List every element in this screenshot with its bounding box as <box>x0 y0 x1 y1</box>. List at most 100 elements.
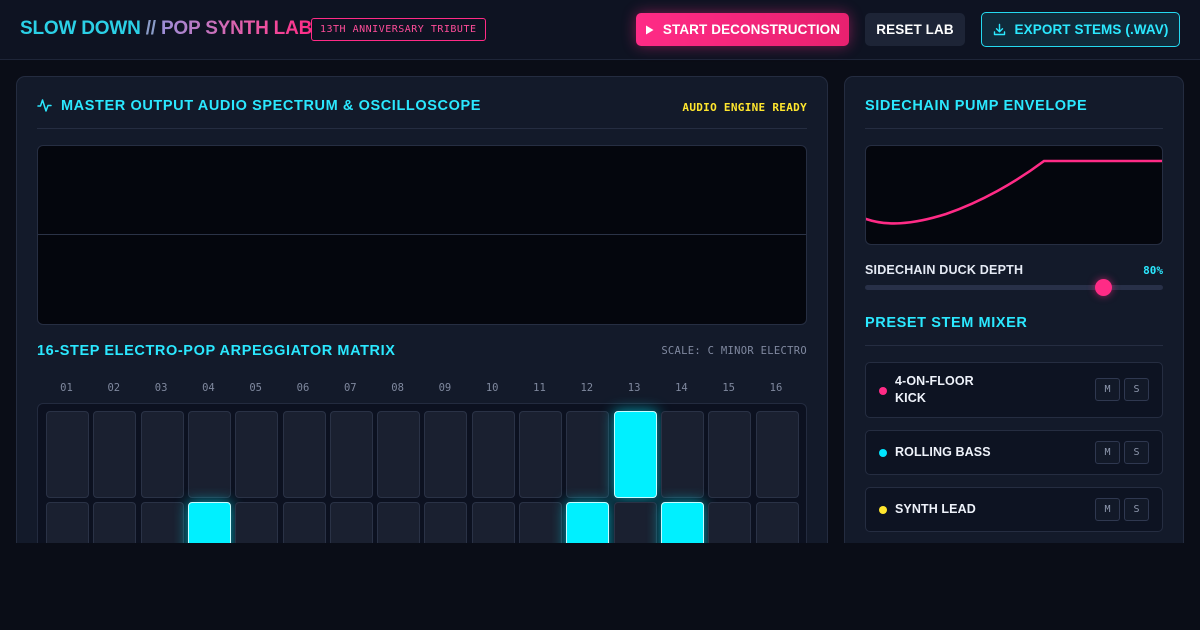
mixer-title: PRESET STEM MIXER <box>865 315 1028 331</box>
step-pad-active[interactable] <box>660 502 704 543</box>
section-divider <box>865 345 1163 346</box>
envelope-curve <box>866 159 1162 225</box>
mute-button[interactable]: M <box>1095 498 1120 521</box>
step-pad[interactable] <box>235 502 279 543</box>
duck-depth-slider[interactable] <box>865 279 1163 296</box>
step-pad[interactable] <box>377 411 421 498</box>
oscilloscope-baseline <box>38 234 806 235</box>
engine-status: AUDIO ENGINE READY <box>682 101 807 114</box>
stem-color-dot <box>879 387 887 395</box>
top-bar: SLOW DOWN // POP SYNTH LAB 13TH ANNIVERS… <box>0 0 1200 60</box>
step-pad[interactable] <box>46 411 89 498</box>
step-pad[interactable] <box>566 411 610 498</box>
step-pad[interactable] <box>140 411 184 498</box>
stem-row-kick: 4-ON-FLOOR KICK M S <box>865 362 1163 418</box>
step-number: 10 <box>485 382 499 394</box>
step-pad[interactable] <box>140 502 184 543</box>
sidechain-title: SIDECHAIN PUMP ENVELOPE <box>865 98 1088 114</box>
stem-name: ROLLING BASS <box>895 445 991 459</box>
brand-separator: // <box>140 18 161 39</box>
arpeggiator-title: 16-STEP ELECTRO-POP ARPEGGIATOR MATRIX <box>37 343 396 359</box>
export-stems-label: EXPORT STEMS (.WAV) <box>1014 22 1169 37</box>
stem-row-lead: SYNTH LEAD M S <box>865 487 1163 532</box>
step-pad[interactable] <box>708 502 752 543</box>
step-number: 05 <box>249 382 263 394</box>
step-number: 08 <box>391 382 404 394</box>
step-number: 14 <box>675 382 688 394</box>
step-pad-active[interactable] <box>613 411 657 498</box>
start-deconstruction-label: START DECONSTRUCTION <box>662 22 841 37</box>
stem-name: SYNTH LEAD <box>895 502 976 516</box>
step-pad[interactable] <box>235 411 279 498</box>
step-pad[interactable] <box>708 411 752 498</box>
oscilloscope-display <box>37 145 807 325</box>
step-pad[interactable] <box>93 411 137 498</box>
download-icon <box>993 23 1005 36</box>
activity-icon <box>37 99 52 112</box>
export-stems-button[interactable]: EXPORT STEMS (.WAV) <box>981 12 1180 47</box>
step-pad[interactable] <box>471 411 515 498</box>
step-number: 11 <box>533 382 546 394</box>
step-pad[interactable] <box>282 502 326 543</box>
step-pad[interactable] <box>519 411 562 498</box>
solo-button[interactable]: S <box>1124 441 1149 464</box>
step-number: 03 <box>154 382 168 394</box>
reset-lab-label: RESET LAB <box>876 22 954 37</box>
step-number: 02 <box>107 382 121 394</box>
step-pad[interactable] <box>329 411 373 498</box>
scale-label: SCALE: C MINOR ELECTRO <box>661 345 807 357</box>
brand-part-2: POP SYNTH LAB <box>160 18 313 39</box>
app-title: SLOW DOWN // POP SYNTH LAB <box>20 18 312 40</box>
stem-color-dot <box>879 449 887 457</box>
step-pad[interactable] <box>377 502 421 543</box>
step-number: 12 <box>580 382 594 394</box>
envelope-curve-svg <box>866 159 1162 225</box>
slider-thumb[interactable] <box>1095 279 1113 296</box>
section-divider <box>37 128 807 129</box>
step-pad[interactable] <box>519 502 562 543</box>
step-number: 15 <box>722 382 736 394</box>
step-pad[interactable] <box>613 502 657 543</box>
stem-color-dot <box>879 506 887 514</box>
stem-name: 4-ON-FLOOR KICK <box>895 373 974 407</box>
step-pad-active[interactable] <box>187 502 231 543</box>
step-pad[interactable] <box>329 502 373 543</box>
mute-button[interactable]: M <box>1095 378 1120 401</box>
stem-row-bass: ROLLING BASS M S <box>865 430 1163 475</box>
step-pad[interactable] <box>471 502 515 543</box>
play-icon <box>645 25 654 34</box>
step-number: 01 <box>60 382 73 394</box>
spectrum-title: MASTER OUTPUT AUDIO SPECTRUM & OSCILLOSC… <box>61 98 481 114</box>
stem-name-line: 4-ON-FLOOR <box>895 374 974 388</box>
step-pad[interactable] <box>755 502 799 543</box>
duck-depth-value: 80% <box>1143 264 1163 277</box>
envelope-display <box>865 145 1163 245</box>
brand-part-1: SLOW DOWN <box>20 18 141 39</box>
reset-lab-button[interactable]: RESET LAB <box>865 13 965 46</box>
step-pad[interactable] <box>424 411 468 498</box>
step-number: 13 <box>627 382 641 394</box>
step-pad[interactable] <box>93 502 137 543</box>
mute-button[interactable]: M <box>1095 441 1120 464</box>
side-panel: SIDECHAIN PUMP ENVELOPE SIDECHAIN DUCK D… <box>844 76 1184 543</box>
step-matrix <box>37 403 807 543</box>
step-pad[interactable] <box>424 502 468 543</box>
step-number: 04 <box>202 382 215 394</box>
solo-button[interactable]: S <box>1124 378 1149 401</box>
step-pad[interactable] <box>187 411 231 498</box>
anniversary-badge: 13TH ANNIVERSARY TRIBUTE <box>311 18 486 41</box>
step-pad[interactable] <box>46 502 89 543</box>
step-number: 06 <box>296 382 310 394</box>
solo-button[interactable]: S <box>1124 498 1149 521</box>
duck-depth-label: SIDECHAIN DUCK DEPTH <box>865 263 1024 277</box>
step-pad-active[interactable] <box>566 502 610 543</box>
step-pad[interactable] <box>755 411 799 498</box>
step-number: 16 <box>769 382 783 394</box>
main-panel: MASTER OUTPUT AUDIO SPECTRUM & OSCILLOSC… <box>16 76 828 543</box>
section-divider <box>865 128 1163 129</box>
stem-name-line: KICK <box>895 391 926 405</box>
start-deconstruction-button[interactable]: START DECONSTRUCTION <box>636 13 849 46</box>
step-number: 07 <box>343 382 357 394</box>
step-pad[interactable] <box>282 411 326 498</box>
step-pad[interactable] <box>660 411 704 498</box>
